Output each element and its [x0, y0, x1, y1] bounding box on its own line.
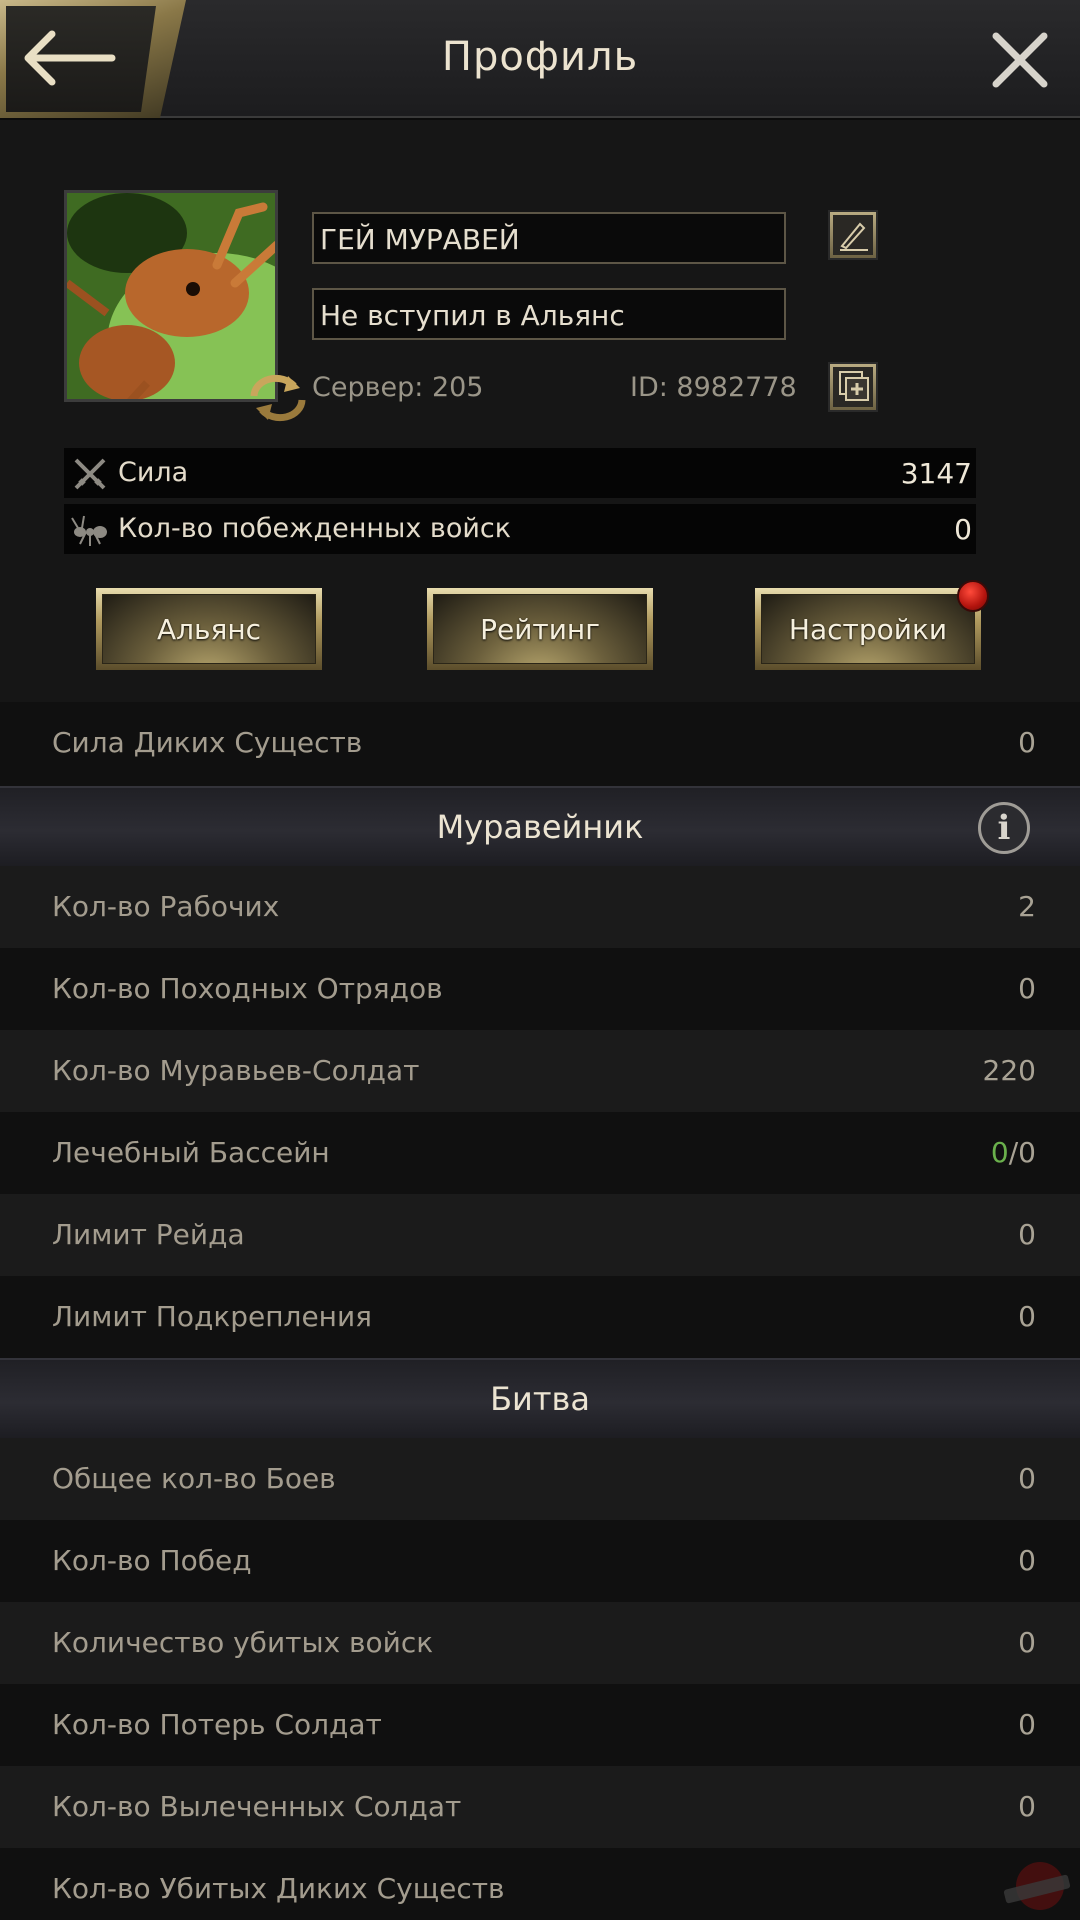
top-bar: Профиль — [0, 0, 1080, 120]
alliance-field: Не вступил в Альянс — [312, 288, 786, 340]
row-value: 0 — [1018, 1462, 1036, 1495]
row-value: 0 — [1018, 1218, 1036, 1251]
page-title: Профиль — [441, 34, 639, 80]
row-label: Кол-во Побед — [52, 1544, 252, 1577]
list-item: Общее кол-во Боев 0 — [0, 1438, 1080, 1520]
row-value: 0 — [1018, 1626, 1036, 1659]
defeated-troops-value: 0 — [954, 513, 972, 546]
battle-section-title: Битва — [490, 1380, 590, 1418]
list-item: Количество убитых войск 0 — [0, 1602, 1080, 1684]
close-icon[interactable] — [990, 30, 1050, 90]
row-label: Лимит Рейда — [52, 1218, 245, 1251]
row-value: 220 — [982, 1054, 1036, 1087]
crossed-swords-icon — [74, 458, 106, 490]
list-item: Лимит Подкрепления 0 — [0, 1276, 1080, 1358]
list-item: Кол-во Походных Отрядов 0 — [0, 948, 1080, 1030]
list-item: Кол-во Вылеченных Солдат 0 — [0, 1766, 1080, 1848]
alliance-button[interactable]: Альянс — [96, 588, 322, 670]
ant-portrait-icon — [67, 193, 275, 399]
row-label: Кол-во Муравьев-Солдат — [52, 1054, 420, 1087]
ant-icon — [71, 515, 107, 546]
row-value: 0 — [1018, 1544, 1036, 1577]
notification-badge — [957, 580, 989, 612]
row-value: 0 — [1018, 1708, 1036, 1741]
row-label: Количество убитых войск — [52, 1626, 434, 1659]
row-label: Сила Диких Существ — [52, 726, 363, 759]
list-item: Лимит Рейда 0 — [0, 1194, 1080, 1276]
avatar[interactable] — [64, 190, 278, 402]
info-icon[interactable]: i — [978, 802, 1030, 854]
rating-button-label: Рейтинг — [433, 594, 647, 664]
swap-avatar-icon[interactable] — [248, 372, 308, 422]
anthill-section-title: Муравейник — [436, 808, 644, 846]
list-item: Лечебный Бассейн 0/0 — [0, 1112, 1080, 1194]
row-value: 2 — [1018, 890, 1036, 923]
edit-name-button[interactable] — [828, 210, 878, 260]
list-item: Кол-во Побед 0 — [0, 1520, 1080, 1602]
defeated-troops-stat: Кол-во побежденных войск 0 — [64, 504, 976, 554]
row-label: Кол-во Рабочих — [52, 890, 280, 923]
list-item: Кол-во Рабочих 2 — [0, 866, 1080, 948]
player-name-field: ГЕЙ МУРАВЕЙ — [312, 212, 786, 264]
server-label: Сервер: 205 — [312, 372, 484, 403]
row-value: 0/0 — [991, 1136, 1036, 1169]
row-label: Кол-во Потерь Солдат — [52, 1708, 382, 1741]
power-stat: Сила 3147 — [64, 448, 976, 498]
battle-section-header: Битва — [0, 1358, 1080, 1438]
settings-button-label: Настройки — [761, 594, 975, 664]
row-label: Кол-во Походных Отрядов — [52, 972, 443, 1005]
list-item: Кол-во Потерь Солдат 0 — [0, 1684, 1080, 1766]
rating-button[interactable]: Рейтинг — [427, 588, 653, 670]
healing-max-value: /0 — [1008, 1136, 1036, 1169]
row-label: Лимит Подкрепления — [52, 1300, 373, 1333]
copy-icon — [833, 367, 873, 407]
alliance-button-label: Альянс — [102, 594, 316, 664]
anthill-section-header: Муравейник i — [0, 786, 1080, 866]
player-id-label: ID: 8982778 — [630, 372, 797, 403]
row-value: 0 — [1018, 972, 1036, 1005]
power-value: 3147 — [900, 457, 972, 490]
row-value: 0 — [1018, 726, 1036, 759]
settings-button[interactable]: Настройки — [755, 580, 989, 670]
copy-id-button[interactable] — [828, 362, 878, 412]
row-label: Кол-во Убитых Диких Существ — [52, 1872, 505, 1905]
defeated-troops-label: Кол-во побежденных войск — [118, 513, 512, 544]
row-value: 0 — [1018, 1790, 1036, 1823]
row-label: Лечебный Бассейн — [52, 1136, 330, 1169]
pen-icon — [833, 215, 873, 255]
row-value: 0 — [1018, 1300, 1036, 1333]
watermark-logo-icon — [1003, 1862, 1071, 1910]
power-label: Сила — [118, 457, 189, 488]
row-label: Общее кол-во Боев — [52, 1462, 336, 1495]
list-item: Кол-во Убитых Диких Существ — [0, 1848, 1080, 1920]
wild-power-row: Сила Диких Существ 0 — [0, 702, 1080, 786]
list-item: Кол-во Муравьев-Солдат 220 — [0, 1030, 1080, 1112]
row-label: Кол-во Вылеченных Солдат — [52, 1790, 462, 1823]
healing-current-value: 0 — [990, 1136, 1009, 1169]
